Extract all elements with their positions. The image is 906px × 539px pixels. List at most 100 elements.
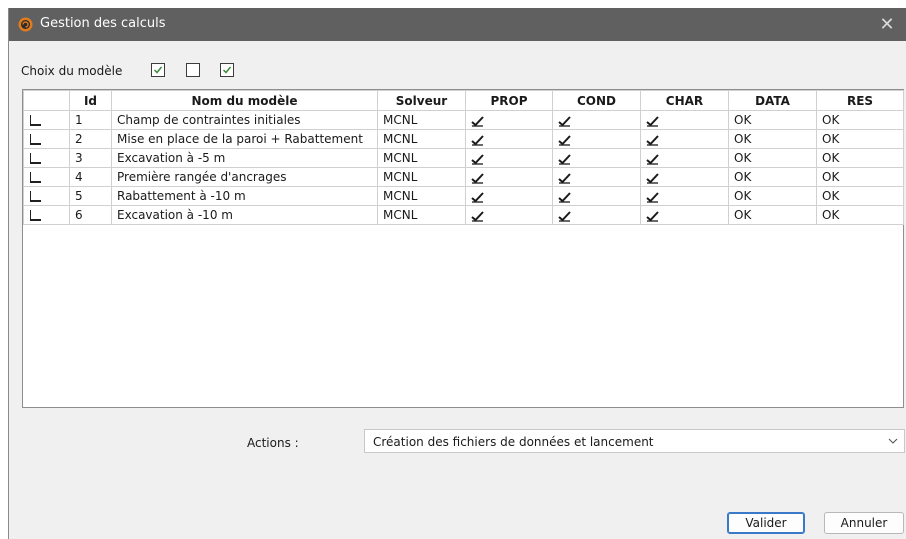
app-logo-icon [18, 17, 33, 32]
cell-id: 2 [69, 129, 112, 149]
cell-res: OK [816, 148, 904, 168]
row-select-checkbox[interactable] [23, 129, 70, 149]
cell-solver: MCNL [377, 110, 466, 130]
row-select-checkbox[interactable] [30, 191, 41, 202]
model-choice-checkbox-2[interactable] [186, 63, 200, 77]
model-choice-checkbox-3[interactable] [220, 63, 234, 77]
column-header-name[interactable]: Nom du modèle [111, 90, 378, 111]
cell-cond [552, 186, 641, 206]
cell-solver: MCNL [377, 186, 466, 206]
title-bar: Gestion des calculs ✕ [9, 8, 906, 41]
cell-cond [552, 129, 641, 149]
actions-dropdown[interactable]: Création des fichiers de données et lanc… [364, 429, 905, 453]
table-row[interactable]: 6 Excavation à -10 m MCNL OK OK [23, 205, 904, 225]
row-select-checkbox[interactable] [23, 167, 70, 187]
actions-label: Actions : [247, 436, 299, 450]
row-select-checkbox[interactable] [30, 134, 41, 145]
cell-char [640, 148, 729, 168]
row-select-checkbox[interactable] [23, 205, 70, 225]
cell-prop [465, 205, 553, 225]
check-mark-icon [646, 115, 659, 127]
cell-prop [465, 186, 553, 206]
cell-cond [552, 148, 641, 168]
cell-data: OK [728, 186, 817, 206]
cell-model-name: Première rangée d'ancrages [111, 167, 378, 187]
column-header-cond[interactable]: COND [552, 90, 641, 111]
row-select-checkbox[interactable] [23, 186, 70, 206]
cell-solver: MCNL [377, 205, 466, 225]
cell-cond [552, 205, 641, 225]
row-select-checkbox[interactable] [23, 148, 70, 168]
row-select-checkbox[interactable] [30, 172, 41, 183]
cell-char [640, 167, 729, 187]
row-select-checkbox[interactable] [30, 115, 41, 126]
table-row[interactable]: 3 Excavation à -5 m MCNL OK OK [23, 148, 904, 168]
table-row[interactable]: 5 Rabattement à -10 m MCNL OK OK [23, 186, 904, 206]
check-mark-icon [558, 191, 571, 203]
cell-char [640, 186, 729, 206]
check-mark-icon [646, 134, 659, 146]
cell-model-name: Mise en place de la paroi + Rabattement [111, 129, 378, 149]
cell-model-name: Excavation à -5 m [111, 148, 378, 168]
check-mark-icon [558, 153, 571, 165]
check-icon [153, 66, 163, 74]
cell-res: OK [816, 167, 904, 187]
row-select-checkbox[interactable] [30, 210, 41, 221]
column-header-data[interactable]: DATA [728, 90, 817, 111]
cell-data: OK [728, 148, 817, 168]
actions-selected-value: Création des fichiers de données et lanc… [373, 435, 654, 449]
column-header-res[interactable]: RES [816, 90, 904, 111]
row-select-checkbox[interactable] [23, 110, 70, 130]
cancel-button[interactable]: Annuler [824, 512, 904, 534]
dialog-window: Gestion des calculs ✕ Choix du modèle Id… [8, 8, 906, 539]
cell-data: OK [728, 167, 817, 187]
cell-char [640, 129, 729, 149]
cell-id: 1 [69, 110, 112, 130]
column-header-char[interactable]: CHAR [640, 90, 729, 111]
cell-solver: MCNL [377, 167, 466, 187]
check-mark-icon [558, 115, 571, 127]
column-header-prop[interactable]: PROP [465, 90, 553, 111]
cell-solver: MCNL [377, 129, 466, 149]
column-header-select[interactable] [23, 90, 70, 111]
cell-solver: MCNL [377, 148, 466, 168]
close-button[interactable]: ✕ [867, 8, 906, 41]
cell-data: OK [728, 110, 817, 130]
cell-cond [552, 167, 641, 187]
cell-char [640, 205, 729, 225]
cell-id: 3 [69, 148, 112, 168]
check-mark-icon [558, 210, 571, 222]
cell-model-name: Champ de contraintes initiales [111, 110, 378, 130]
check-mark-icon [558, 134, 571, 146]
cell-res: OK [816, 110, 904, 130]
model-choice-checkbox-1[interactable] [151, 63, 165, 77]
cell-id: 6 [69, 205, 112, 225]
check-mark-icon [646, 172, 659, 184]
check-mark-icon [471, 115, 484, 127]
chevron-down-icon [888, 438, 898, 444]
cell-char [640, 110, 729, 130]
cell-res: OK [816, 129, 904, 149]
check-icon [222, 66, 232, 74]
cell-model-name: Excavation à -10 m [111, 205, 378, 225]
cell-prop [465, 129, 553, 149]
row-select-checkbox[interactable] [30, 153, 41, 164]
cell-data: OK [728, 205, 817, 225]
check-mark-icon [558, 172, 571, 184]
table-row[interactable]: 2 Mise en place de la paroi + Rabattement… [23, 129, 904, 149]
table-row[interactable]: 4 Première rangée d'ancrages MCNL OK OK [23, 167, 904, 187]
column-header-solver[interactable]: Solveur [377, 90, 466, 111]
check-mark-icon [471, 134, 484, 146]
cell-res: OK [816, 186, 904, 206]
table-row[interactable]: 1 Champ de contraintes initiales MCNL OK OK [23, 110, 904, 130]
column-header-id[interactable]: Id [69, 90, 112, 111]
window-title: Gestion des calculs [40, 16, 166, 31]
check-mark-icon [471, 191, 484, 203]
validate-button[interactable]: Valider [727, 512, 805, 534]
cell-prop [465, 167, 553, 187]
table-header-row: Id Nom du modèle Solveur PROP COND CHAR … [23, 90, 904, 111]
cell-data: OK [728, 129, 817, 149]
models-table: Id Nom du modèle Solveur PROP COND CHAR … [22, 89, 904, 408]
cell-id: 4 [69, 167, 112, 187]
check-mark-icon [646, 191, 659, 203]
